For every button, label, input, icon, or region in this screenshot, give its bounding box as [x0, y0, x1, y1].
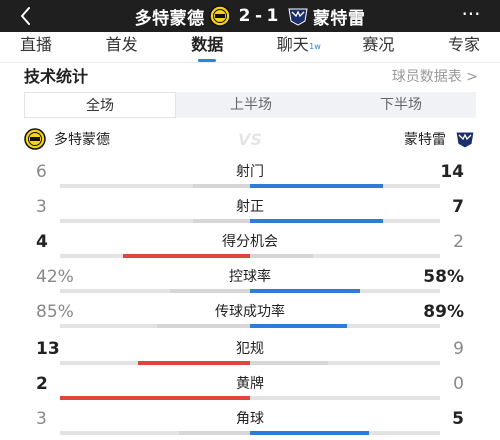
tab-live[interactable]: 直播 [20, 32, 52, 62]
home-bar-fill [193, 219, 250, 223]
home-bar-fill [193, 184, 250, 188]
away-team-label: 蒙特雷 [404, 132, 446, 148]
away-bar-track [250, 431, 440, 435]
away-bar-fill [250, 431, 369, 435]
away-bar-track [250, 396, 440, 400]
period-selector: 全场 上半场 下半场 [24, 92, 476, 118]
tabs-divider [0, 62, 500, 63]
away-bar-track [250, 184, 440, 188]
home-bar-track [60, 324, 250, 328]
monterrey-logo-icon [454, 128, 476, 150]
away-value: 14 [440, 162, 464, 182]
home-bar-fill [123, 254, 250, 258]
player-stats-link[interactable]: 球员数据表 > [392, 66, 478, 88]
home-bar-fill [170, 289, 250, 293]
match-header: 多特蒙德 2 - 1 蒙特雷 ··· [0, 0, 500, 32]
section-title: 技术统计 [24, 67, 89, 86]
more-options-button[interactable]: ··· [454, 1, 488, 29]
away-bar-track [250, 289, 440, 293]
vs-mark: VS [238, 130, 262, 149]
stat-row-shots: 6 射门 14 [24, 162, 476, 196]
away-team: 蒙特雷 [404, 128, 476, 150]
stat-label: 射门 [236, 164, 264, 180]
score-separator: - [254, 6, 263, 26]
chat-count-badge: 1w [309, 42, 321, 51]
stat-row-possession: 42% 控球率 58% [24, 267, 476, 301]
home-score: 2 [238, 6, 251, 26]
home-bar-track [60, 361, 250, 365]
stat-row-fouls: 13 犯规 9 [24, 339, 476, 373]
away-bar-fill [250, 219, 383, 223]
away-value: 58% [423, 267, 464, 287]
away-value: 2 [453, 232, 464, 252]
home-bar-track [60, 184, 250, 188]
home-bar-fill [138, 361, 250, 365]
teams-row: 多特蒙德 VS 蒙特雷 [24, 128, 476, 152]
away-bar-fill [250, 361, 328, 365]
away-team-name: 蒙特雷 [312, 8, 366, 29]
stat-row-corners: 3 角球 5 [24, 409, 476, 440]
home-bar-track [60, 289, 250, 293]
tab-lineup[interactable]: 首发 [106, 32, 138, 62]
away-bar-track [250, 324, 440, 328]
away-bar-fill [250, 289, 360, 293]
monterrey-logo-icon [287, 5, 309, 27]
match-tabs: 直播 首发 数据 聊天 1w 赛况 专家 [0, 32, 500, 62]
segment-first-half[interactable]: 上半场 [176, 92, 326, 118]
stat-label: 角球 [236, 411, 264, 427]
away-value: 5 [452, 409, 464, 429]
tab-stats[interactable]: 数据 [191, 32, 223, 62]
home-bar-track [60, 431, 250, 435]
home-bar-fill [60, 396, 250, 400]
away-bar-fill [250, 324, 347, 328]
away-value: 0 [453, 374, 464, 394]
away-bar-fill [250, 254, 313, 258]
tab-experts[interactable]: 专家 [448, 32, 480, 62]
scoreline: 多特蒙德 2 - 1 蒙特雷 [0, 0, 500, 32]
stat-row-yellow-cards: 2 黄牌 0 [24, 374, 476, 408]
tab-chat-label: 聊天 [276, 35, 309, 54]
tab-match-report[interactable]: 赛况 [362, 32, 394, 62]
away-bar-fill [250, 184, 383, 188]
away-value: 89% [423, 302, 464, 322]
home-team-label: 多特蒙德 [54, 132, 110, 148]
away-score: 1 [266, 6, 279, 26]
dortmund-logo-icon [208, 5, 231, 27]
away-bar-track [250, 361, 440, 365]
segment-full-match[interactable]: 全场 [24, 92, 176, 118]
stat-label: 控球率 [229, 269, 271, 285]
away-value: 9 [453, 339, 464, 359]
home-bar-track [60, 219, 250, 223]
home-bar-fill [179, 431, 250, 435]
stat-row-shots-on-target: 3 射正 7 [24, 197, 476, 231]
dortmund-logo-icon [24, 128, 46, 150]
stat-label: 得分机会 [222, 234, 278, 250]
home-team-name: 多特蒙德 [134, 8, 205, 29]
segment-second-half[interactable]: 下半场 [326, 92, 476, 118]
stat-label: 射正 [236, 199, 264, 215]
home-bar-track [60, 396, 250, 400]
stat-label: 黄牌 [236, 376, 264, 392]
away-value: 7 [452, 197, 464, 217]
stat-label: 犯规 [236, 341, 264, 357]
stat-row-pass-accuracy: 85% 传球成功率 89% [24, 302, 476, 336]
home-bar-fill [157, 324, 250, 328]
stat-row-chances: 4 得分机会 2 [24, 232, 476, 266]
home-team: 多特蒙德 [24, 128, 110, 150]
stat-label: 传球成功率 [215, 304, 285, 320]
home-bar-track [60, 254, 250, 258]
tab-chat[interactable]: 聊天 1w [276, 32, 321, 62]
away-bar-track [250, 254, 440, 258]
away-bar-track [250, 219, 440, 223]
